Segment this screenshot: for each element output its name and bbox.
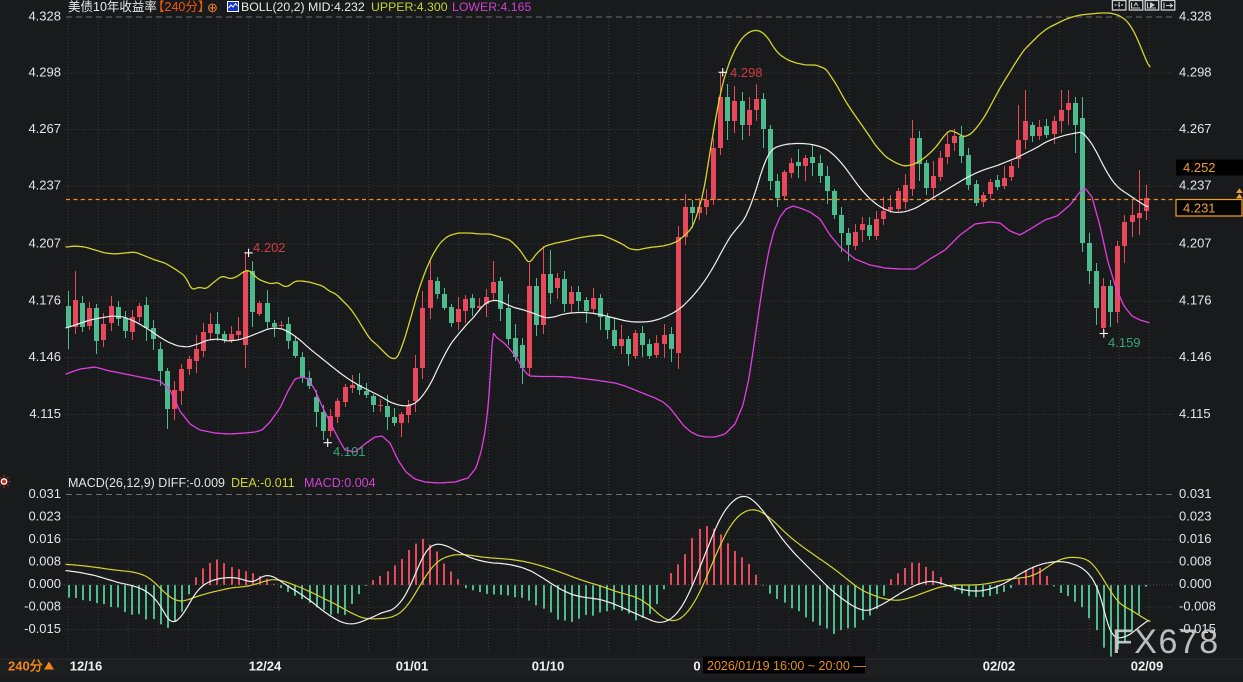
svg-text:4.202: 4.202: [253, 240, 286, 255]
svg-text:4.298: 4.298: [28, 65, 61, 80]
svg-text:4.115: 4.115: [1179, 406, 1211, 421]
svg-text:4.237: 4.237: [1179, 178, 1212, 193]
svg-text:2026/01/19 16:00 ~ 20:00 —: 2026/01/19 16:00 ~ 20:00 —: [707, 659, 866, 673]
svg-text:4.176: 4.176: [28, 293, 61, 308]
svg-text:0.023: 0.023: [28, 509, 61, 524]
svg-text:美债10年收益率: 美债10年收益率: [68, 0, 157, 14]
svg-text:4.101: 4.101: [333, 444, 366, 459]
svg-text:DEA:-0.011: DEA:-0.011: [231, 476, 295, 490]
svg-text:4.115: 4.115: [29, 406, 61, 421]
svg-text:4.176: 4.176: [1179, 293, 1212, 308]
svg-text:4.328: 4.328: [28, 9, 61, 24]
svg-text:4.159: 4.159: [1108, 335, 1141, 350]
svg-text:4.252: 4.252: [1183, 160, 1216, 175]
svg-text:0: 0: [693, 659, 700, 674]
svg-text:MACD(26,12,9) DIFF:-0.009: MACD(26,12,9) DIFF:-0.009: [68, 476, 225, 490]
svg-text:12/16: 12/16: [70, 659, 103, 674]
svg-text:0.016: 0.016: [1179, 531, 1212, 546]
svg-text:0.008: 0.008: [28, 554, 61, 569]
svg-text:02/02: 02/02: [983, 659, 1016, 674]
svg-text:4.267: 4.267: [1179, 121, 1212, 136]
svg-text:BOLL(20,2) MID:4.232: BOLL(20,2) MID:4.232: [241, 0, 365, 14]
svg-text:MACD:0.004: MACD:0.004: [304, 476, 376, 490]
svg-text:⊕: ⊕: [207, 0, 218, 15]
svg-text:【240分】: 【240分】: [152, 0, 210, 14]
svg-text:-0.008: -0.008: [24, 599, 61, 614]
svg-text:0.016: 0.016: [28, 531, 61, 546]
svg-text:4.267: 4.267: [28, 121, 61, 136]
svg-text:-0.015: -0.015: [24, 621, 61, 636]
svg-text:0.023: 0.023: [1179, 509, 1212, 524]
svg-text:0.000: 0.000: [28, 576, 61, 591]
svg-text:0.008: 0.008: [1179, 554, 1212, 569]
svg-text:4.207: 4.207: [1179, 236, 1212, 251]
svg-text:12/24: 12/24: [249, 659, 282, 674]
svg-text:4.207: 4.207: [28, 236, 61, 251]
svg-text:0.000: 0.000: [1179, 576, 1212, 591]
svg-text:4.231: 4.231: [1183, 201, 1216, 216]
svg-text:01/01: 01/01: [396, 659, 429, 674]
svg-text:4.298: 4.298: [1179, 65, 1212, 80]
svg-text:240分: 240分: [8, 659, 43, 674]
svg-text:4.298: 4.298: [730, 65, 763, 80]
svg-text:4.237: 4.237: [28, 178, 61, 193]
svg-text:01/10: 01/10: [532, 659, 565, 674]
svg-text:LOWER:4.165: LOWER:4.165: [452, 0, 531, 14]
svg-text:4.328: 4.328: [1179, 9, 1212, 24]
svg-text:-0.008: -0.008: [1179, 599, 1216, 614]
svg-text:4.146: 4.146: [28, 349, 61, 364]
svg-text:FX678: FX678: [1112, 623, 1220, 661]
svg-text:0.031: 0.031: [28, 486, 61, 501]
svg-text:0.031: 0.031: [1179, 486, 1212, 501]
svg-text:4.146: 4.146: [1179, 349, 1212, 364]
svg-text:UPPER:4.300: UPPER:4.300: [371, 0, 448, 14]
